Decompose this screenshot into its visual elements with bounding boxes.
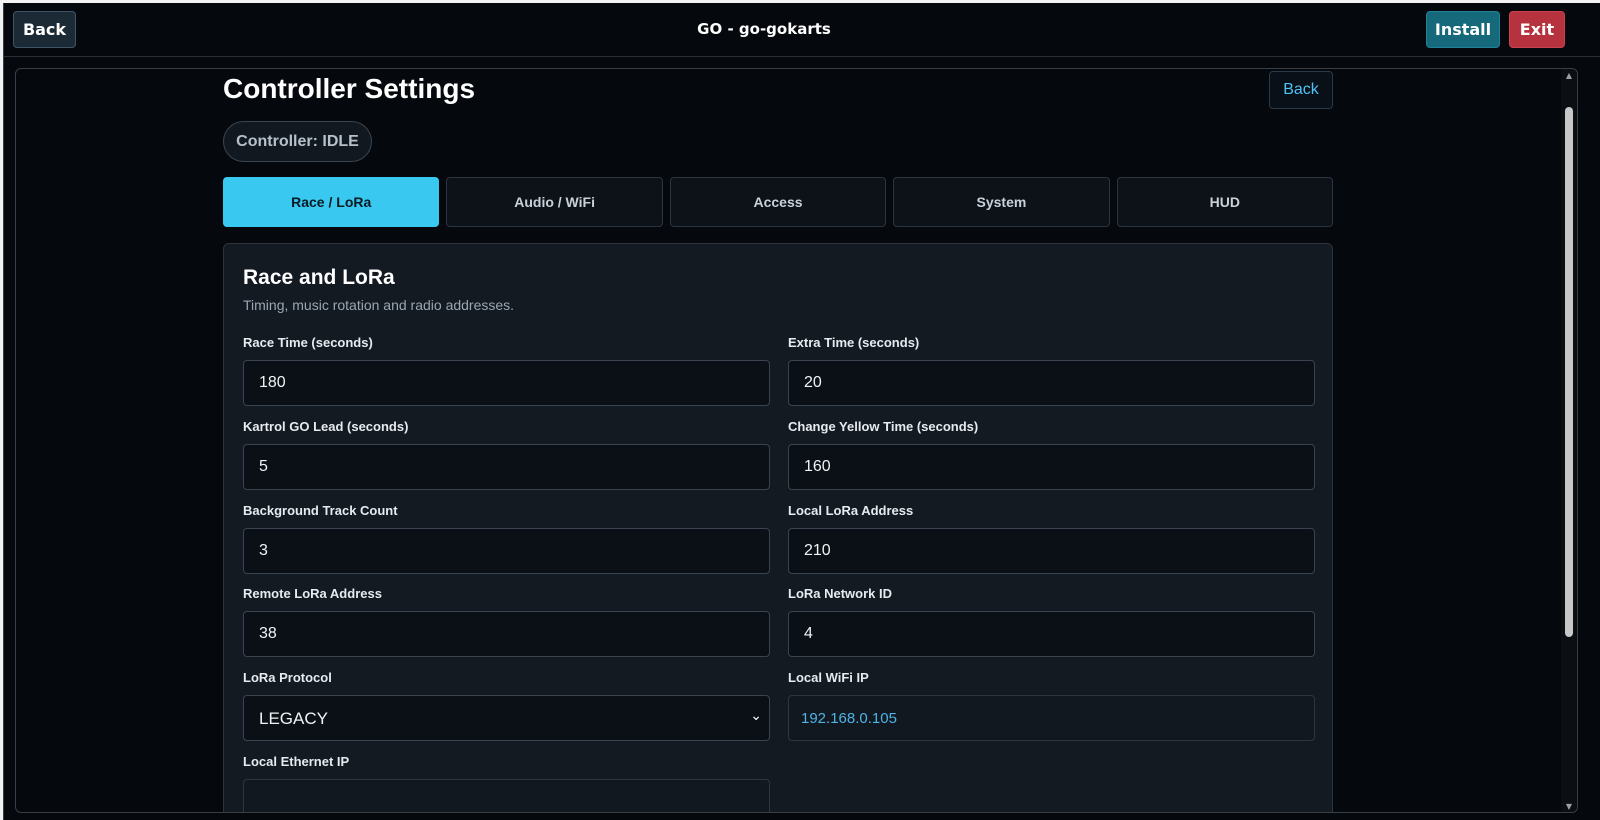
tab-race-lora[interactable]: Race / LoRa xyxy=(223,177,440,227)
local-lora-label: Local LoRa Address xyxy=(788,503,914,518)
content-frame: Controller Settings Back Controller: IDL… xyxy=(15,68,1578,813)
change-yellow-input[interactable] xyxy=(788,444,1315,490)
go-lead-field: Kartrol GO Lead (seconds) xyxy=(243,419,770,490)
race-time-label: Race Time (seconds) xyxy=(243,335,373,350)
page-back-button[interactable]: Back xyxy=(1269,71,1333,109)
protocol-field: LoRa Protocol LEGACY ⌄ xyxy=(243,670,770,741)
app-title: GO - go-gokarts xyxy=(697,20,831,38)
track-count-input[interactable] xyxy=(243,528,770,574)
eth-ip-field: Local Ethernet IP xyxy=(243,754,770,812)
app-window: Back GO - go-gokarts Install Exit Contro… xyxy=(3,3,1600,820)
eth-ip-label: Local Ethernet IP xyxy=(243,754,350,769)
section-title: Race and LoRa xyxy=(243,266,395,289)
extra-time-field: Extra Time (seconds) xyxy=(788,335,1315,406)
tab-hud[interactable]: HUD xyxy=(1116,177,1334,227)
tab-audio-wifi[interactable]: Audio / WiFi xyxy=(446,177,663,227)
wifi-ip-value: 192.168.0.105 xyxy=(788,695,1315,741)
network-id-field: LoRa Network ID xyxy=(788,586,1315,657)
local-lora-field: Local LoRa Address xyxy=(788,503,1315,574)
race-time-input[interactable] xyxy=(243,360,770,406)
scrollbar-thumb[interactable] xyxy=(1565,107,1573,637)
extra-time-label: Extra Time (seconds) xyxy=(788,335,920,350)
network-id-input[interactable] xyxy=(788,611,1315,657)
settings-page: Controller Settings Back Controller: IDL… xyxy=(223,69,1334,812)
wifi-ip-label: Local WiFi IP xyxy=(788,670,869,685)
remote-lora-field: Remote LoRa Address xyxy=(243,586,770,657)
arrow-down-icon[interactable]: ▼ xyxy=(1564,802,1574,812)
remote-lora-label: Remote LoRa Address xyxy=(243,586,382,601)
extra-time-input[interactable] xyxy=(788,360,1315,406)
network-id-label: LoRa Network ID xyxy=(788,586,893,601)
tab-access[interactable]: Access xyxy=(669,177,887,227)
tab-system[interactable]: System xyxy=(893,177,1110,227)
section-subtitle: Timing, music rotation and radio address… xyxy=(243,297,515,313)
scrollbar[interactable]: ▲ ▼ xyxy=(1561,69,1577,812)
track-count-label: Background Track Count xyxy=(243,503,398,518)
remote-lora-input[interactable] xyxy=(243,611,770,657)
page-title: Controller Settings xyxy=(223,73,476,104)
protocol-select[interactable]: LEGACY xyxy=(243,695,770,741)
wifi-ip-field: Local WiFi IP 192.168.0.105 xyxy=(788,670,1315,741)
exit-button[interactable]: Exit xyxy=(1509,11,1565,48)
local-lora-input[interactable] xyxy=(788,528,1315,574)
race-lora-card: Race and LoRa Timing, music rotation and… xyxy=(223,243,1333,812)
change-yellow-field: Change Yellow Time (seconds) xyxy=(788,419,1315,490)
controller-status-badge: Controller: IDLE xyxy=(223,121,372,162)
install-button[interactable]: Install xyxy=(1426,11,1500,48)
go-lead-input[interactable] xyxy=(243,444,770,490)
arrow-up-icon[interactable]: ▲ xyxy=(1564,71,1574,81)
settings-tabs: Race / LoRa Audio / WiFi Access System H… xyxy=(223,177,1334,227)
protocol-label: LoRa Protocol xyxy=(243,670,332,685)
track-count-field: Background Track Count xyxy=(243,503,770,574)
top-bar: Back GO - go-gokarts Install Exit xyxy=(4,3,1600,57)
race-time-field: Race Time (seconds) xyxy=(243,335,770,406)
eth-ip-value xyxy=(243,779,770,812)
go-lead-label: Kartrol GO Lead (seconds) xyxy=(243,419,409,434)
change-yellow-label: Change Yellow Time (seconds) xyxy=(788,419,979,434)
